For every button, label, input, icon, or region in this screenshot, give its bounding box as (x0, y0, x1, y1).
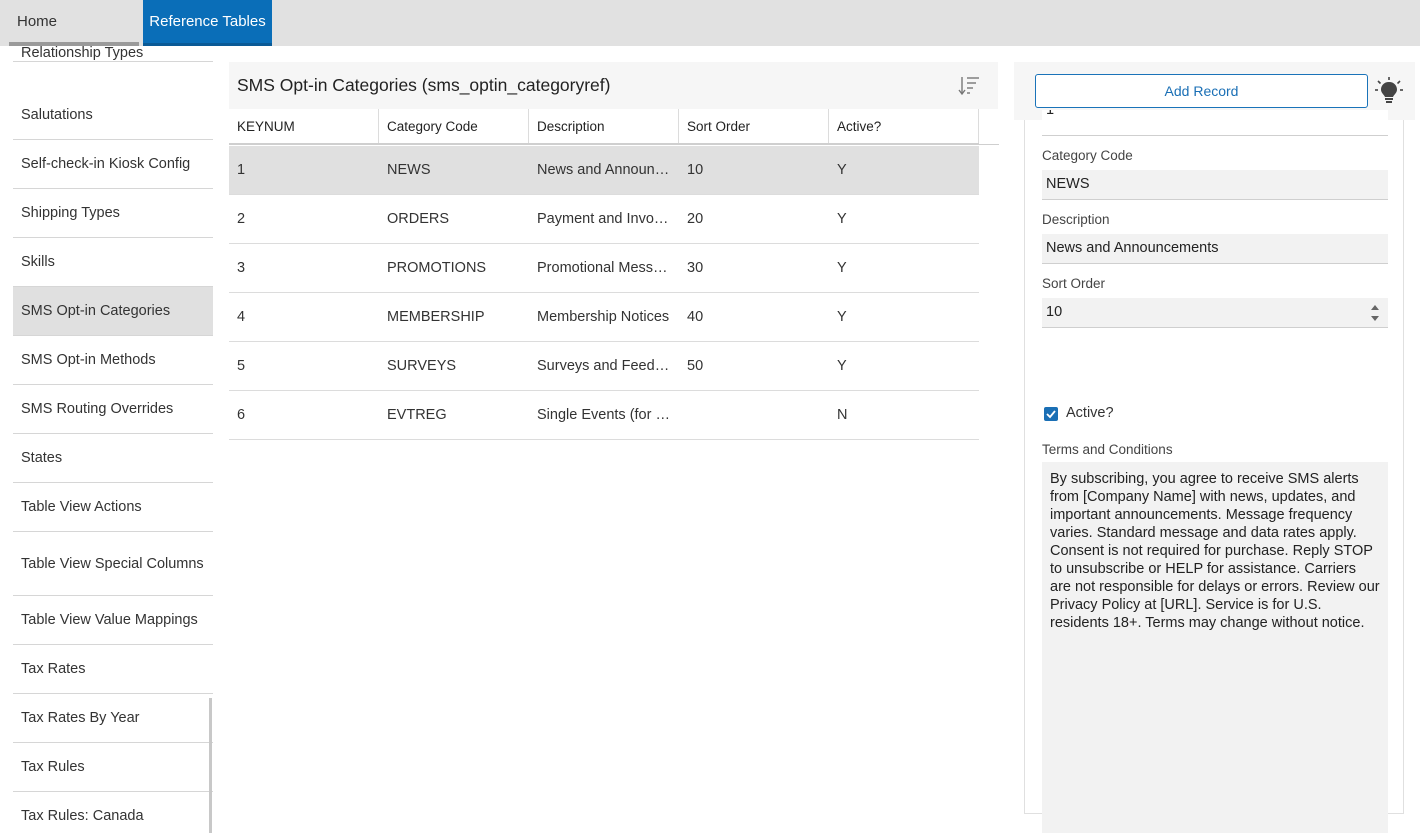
cell-category-code: MEMBERSHIP (387, 309, 485, 325)
sidebar-item-sms-routing-overrides[interactable]: SMS Routing Overrides (13, 385, 213, 434)
cell-description: Surveys and Feedback (537, 358, 671, 374)
top-navigation-bar: Home Reference Tables (0, 0, 1420, 46)
column-header-description[interactable]: Description (529, 109, 679, 143)
table-row[interactable]: 2 ORDERS Payment and Invoices 20 Y (229, 195, 979, 244)
sidebar-item-sms-optin-methods[interactable]: SMS Opt-in Methods (13, 336, 213, 385)
terms-label: Terms and Conditions (1042, 442, 1173, 457)
sidebar-item-table-view-value-mappings[interactable]: Table View Value Mappings (13, 596, 213, 645)
sort-order-label: Sort Order (1042, 276, 1106, 291)
cell-category-code: SURVEYS (387, 358, 457, 374)
cell-sort-order: 20 (687, 211, 704, 227)
active-label: Active? (1066, 405, 1114, 421)
cell-active: Y (837, 358, 847, 374)
cell-description: Promotional Messages (537, 260, 671, 276)
cell-keynum: 1 (237, 162, 246, 178)
table-header-bar: SMS Opt-in Categories (sms_optin_categor… (229, 62, 998, 109)
column-header-keynum[interactable]: KEYNUM (229, 109, 379, 143)
cell-category-code: NEWS (387, 162, 431, 178)
sidebar-item-tax-rules-canada[interactable]: Tax Rules: Canada (13, 792, 213, 833)
cell-keynum: 4 (237, 309, 246, 325)
table-row[interactable]: 1 NEWS News and Announcements 10 Y (229, 146, 979, 195)
cell-keynum: 3 (237, 260, 246, 276)
category-code-label: Category Code (1042, 148, 1133, 163)
sidebar-item-table-view-actions[interactable]: Table View Actions (13, 483, 213, 532)
cell-sort-order: 30 (687, 260, 704, 276)
sidebar-scrollbar[interactable] (209, 698, 212, 833)
cell-category-code: PROMOTIONS (387, 260, 487, 276)
sidebar-item-states[interactable]: States (13, 434, 213, 483)
cell-description: Single Events (for registrants) (537, 407, 671, 423)
sidebar-item-kiosk-config[interactable]: Self-check-in Kiosk Config (13, 140, 213, 189)
cell-category-code: ORDERS (387, 211, 450, 227)
cell-active: N (837, 407, 848, 423)
sidebar-item-tax-rules[interactable]: Tax Rules (13, 743, 213, 792)
cell-category-code: EVTREG (387, 407, 447, 423)
tab-reference-tables[interactable]: Reference Tables (143, 0, 272, 46)
cell-active: Y (837, 211, 847, 227)
cell-keynum: 6 (237, 407, 246, 423)
terms-textarea[interactable]: By subscribing, you agree to receive SMS… (1042, 462, 1388, 833)
cell-sort-order: 10 (687, 162, 704, 178)
cell-active: Y (837, 260, 847, 276)
description-label: Description (1042, 212, 1110, 227)
sidebar-item-tax-rates-by-year[interactable]: Tax Rates By Year (13, 694, 213, 743)
cell-keynum: 5 (237, 358, 246, 374)
description-field[interactable]: News and Announcements (1042, 234, 1388, 264)
record-detail-panel: Add Record 1 Category Code NEWS Descript… (1014, 62, 1415, 833)
cell-keynum: 2 (237, 211, 246, 227)
table-row[interactable]: 4 MEMBERSHIP Membership Notices 40 Y (229, 293, 979, 342)
category-code-field[interactable]: NEWS (1042, 170, 1388, 200)
cell-sort-order (679, 391, 829, 439)
sidebar-item-skills[interactable]: Skills (13, 238, 213, 287)
column-header-active[interactable]: Active? (829, 109, 979, 143)
table-panel: SMS Opt-in Categories (sms_optin_categor… (229, 62, 999, 442)
sidebar-item-table-view-special-columns[interactable]: Table View Special Columns (13, 532, 213, 596)
description-value: News and Announcements (1046, 240, 1219, 256)
sidebar-item-salutations[interactable]: Salutations (13, 91, 213, 140)
table-row[interactable]: 6 EVTREG Single Events (for registrants)… (229, 391, 979, 440)
cell-active: Y (837, 162, 847, 178)
keynum-value: 1 (1046, 110, 1055, 118)
lightbulb-icon[interactable] (1374, 76, 1404, 106)
keynum-field[interactable]: 1 (1042, 110, 1388, 136)
header-divider (979, 144, 999, 145)
sidebar-item-shipping-types[interactable]: Shipping Types (13, 189, 213, 238)
sidebar-item-sms-optin-categories[interactable]: SMS Opt-in Categories (13, 287, 213, 336)
cell-description: News and Announcements (537, 162, 671, 178)
sort-order-value: 10 (1046, 304, 1063, 320)
page-title: SMS Opt-in Categories (sms_optin_categor… (237, 75, 611, 95)
sidebar-item-tax-rates[interactable]: Tax Rates (13, 645, 213, 694)
sidebar: Relationship Types Salutations Self-chec… (13, 46, 213, 833)
category-code-value: NEWS (1046, 176, 1090, 192)
cell-description: Membership Notices (537, 309, 670, 325)
cell-sort-order: 50 (687, 358, 704, 374)
cell-sort-order: 40 (687, 309, 704, 325)
cell-description: Payment and Invoices (537, 211, 671, 227)
checkmark-icon (1046, 410, 1056, 419)
sidebar-item-relationship-types[interactable]: Relationship Types (13, 46, 213, 62)
sort-descending-icon[interactable] (957, 74, 981, 98)
cell-active: Y (837, 309, 847, 325)
table-row[interactable]: 5 SURVEYS Surveys and Feedback 50 Y (229, 342, 979, 391)
add-record-button[interactable]: Add Record (1035, 74, 1368, 108)
column-header-sort-order[interactable]: Sort Order (679, 109, 829, 143)
record-form: 1 Category Code NEWS Description News an… (1024, 110, 1404, 833)
active-checkbox[interactable] (1044, 407, 1058, 421)
table-column-headers: KEYNUM Category Code Description Sort Or… (229, 109, 979, 145)
spinner-arrows-icon[interactable] (1370, 304, 1380, 322)
table-row[interactable]: 3 PROMOTIONS Promotional Messages 30 Y (229, 244, 979, 293)
sort-order-field[interactable]: 10 (1042, 298, 1388, 328)
tab-home[interactable]: Home (9, 0, 139, 46)
column-header-category-code[interactable]: Category Code (379, 109, 529, 143)
